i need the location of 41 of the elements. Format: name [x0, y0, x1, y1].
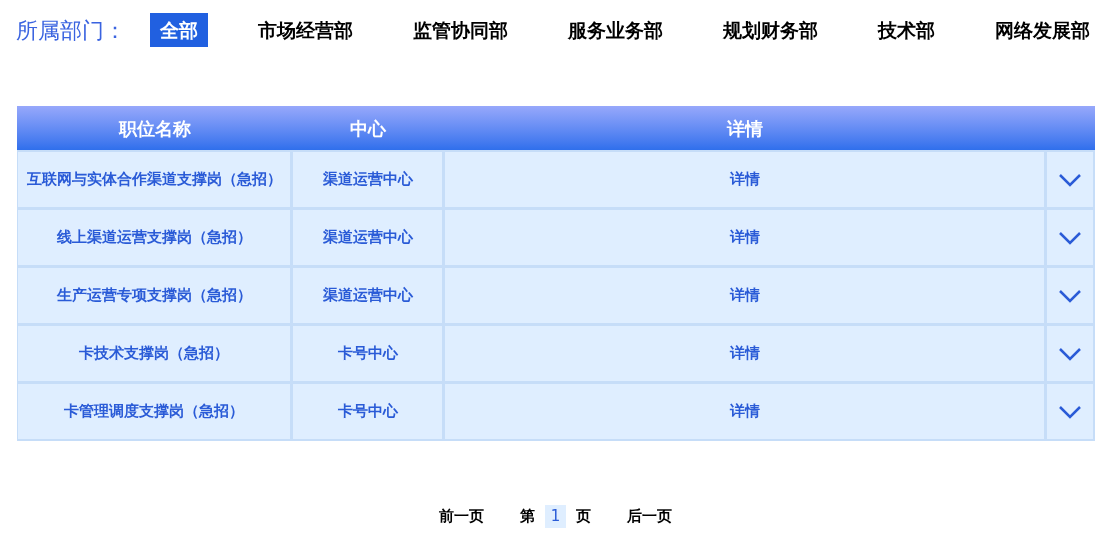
next-page-link[interactable]: 后一页: [627, 505, 673, 528]
expand-toggle[interactable]: [1047, 326, 1093, 381]
details-link[interactable]: 详情: [729, 400, 760, 423]
table-cell: 生产运营专项支撑岗（急招）: [18, 268, 290, 323]
chevron-icon: [1058, 230, 1082, 245]
filter-label: 所属部门：: [16, 16, 127, 45]
chevron-icon: [1058, 346, 1082, 361]
table-cell: 卡号中心: [293, 384, 442, 439]
department-tab[interactable]: 技术部: [868, 13, 945, 47]
column-header: 职位名称: [118, 116, 191, 141]
chevron-icon: [1058, 288, 1082, 303]
table-cell: 卡号中心: [293, 326, 442, 381]
chevron-icon: [1058, 404, 1082, 419]
details-link[interactable]: 详情: [729, 226, 760, 249]
previous-page-link[interactable]: 前一页: [438, 505, 484, 528]
page-prefix: 第: [519, 506, 535, 527]
table-cell: 渠道运营中心: [293, 268, 442, 323]
expand-toggle[interactable]: [1047, 268, 1093, 323]
table-cell: 渠道运营中心: [293, 210, 442, 265]
table-cell: 渠道运营中心: [293, 152, 442, 207]
page-suffix: 页: [576, 506, 592, 527]
column-header: 中心: [350, 116, 386, 141]
expand-toggle[interactable]: [1047, 152, 1093, 207]
table-cell: 互联网与实体合作渠道支撑岗（急招）: [18, 152, 290, 207]
expand-toggle[interactable]: [1047, 210, 1093, 265]
chevron-icon: [1058, 172, 1082, 187]
table-cell: 卡管理调度支撑岗（急招）: [18, 384, 290, 439]
expand-toggle[interactable]: [1047, 384, 1093, 439]
department-tab[interactable]: 规划财务部: [713, 13, 828, 47]
current-page[interactable]: 1: [544, 505, 567, 528]
department-tab[interactable]: 服务业务部: [558, 13, 673, 47]
details-link[interactable]: 详情: [729, 168, 760, 191]
department-tab[interactable]: 全部: [150, 13, 208, 47]
column-header: 详情: [727, 116, 763, 141]
department-tab[interactable]: 监管协同部: [403, 13, 518, 47]
details-link[interactable]: 详情: [729, 284, 760, 307]
department-tab[interactable]: 网络发展部: [985, 13, 1100, 47]
table-cell: 卡技术支撑岗（急招）: [18, 326, 290, 381]
table-cell: 线上渠道运营支撑岗（急招）: [18, 210, 290, 265]
details-link[interactable]: 详情: [729, 342, 760, 365]
department-tab[interactable]: 市场经营部: [248, 13, 363, 47]
